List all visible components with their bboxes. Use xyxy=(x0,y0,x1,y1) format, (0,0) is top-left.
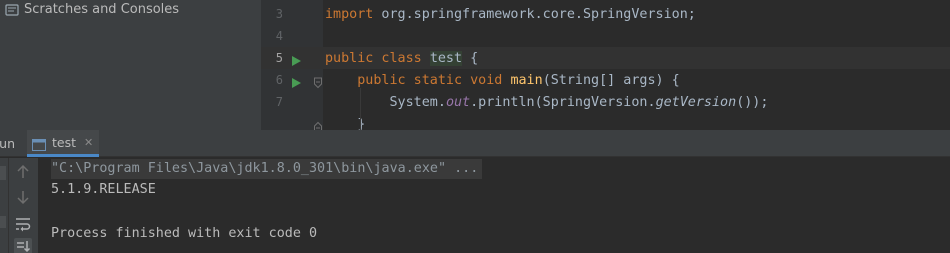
console-icon xyxy=(32,136,46,151)
line-number: 7 xyxy=(275,95,283,109)
arrow-down-icon[interactable] xyxy=(14,188,32,206)
toolbar-strip xyxy=(0,158,9,253)
tab-label: test xyxy=(52,134,77,150)
run-gutter-icon[interactable] xyxy=(290,74,302,88)
console-exit-message: Process finished with exit code 0 xyxy=(51,226,318,241)
scroll-to-end-icon[interactable] xyxy=(14,238,32,253)
code-line[interactable]: 4 xyxy=(261,25,950,47)
line-number: 3 xyxy=(275,7,283,21)
project-tree-item-scratches[interactable]: Scratches and Consoles xyxy=(0,0,179,19)
arrow-up-icon[interactable] xyxy=(14,163,32,181)
scratches-label: Scratches and Consoles xyxy=(24,2,180,17)
console-output-line: 5.1.9.RELEASE xyxy=(51,182,156,197)
code-text: System.out.println(SpringVersion.getVers… xyxy=(325,94,769,110)
run-toolbar xyxy=(0,158,38,253)
line-number: 4 xyxy=(275,29,283,43)
console-output[interactable]: "C:\Program Files\Java\jdk1.8.0_301\bin\… xyxy=(38,158,950,253)
code-line[interactable]: 6 public static void main(String[] args)… xyxy=(261,69,950,91)
indent-guide xyxy=(360,88,361,130)
fold-icon[interactable] xyxy=(313,118,323,130)
console-command-line[interactable]: "C:\Program Files\Java\jdk1.8.0_301\bin\… xyxy=(51,159,483,179)
line-number: 5 xyxy=(275,51,283,65)
scratches-icon xyxy=(4,2,20,18)
line-number: 6 xyxy=(275,73,283,87)
run-tool-window: Run: test ✕ xyxy=(0,130,950,253)
run-label: Run: xyxy=(0,135,15,151)
run-gutter-icon[interactable] xyxy=(290,52,302,66)
tab-test[interactable]: test ✕ xyxy=(27,130,99,157)
code-editor[interactable]: 3 import org.springframework.core.Spring… xyxy=(261,0,950,130)
run-header: Run: test ✕ xyxy=(0,130,950,157)
code-line[interactable]: 3 import org.springframework.core.Spring… xyxy=(261,3,950,25)
close-icon[interactable]: ✕ xyxy=(84,136,93,149)
code-line[interactable]: 7 System.out.println(SpringVersion.getVe… xyxy=(261,91,950,113)
soft-wrap-icon[interactable] xyxy=(14,215,32,233)
code-line-current[interactable]: 5 public class test { xyxy=(261,47,950,69)
code-text: public class test { xyxy=(325,50,479,66)
code-text: import org.springframework.core.SpringVe… xyxy=(325,6,696,22)
code-text: public static void main(String[] args) { xyxy=(357,72,680,88)
project-panel: Scratches and Consoles xyxy=(0,0,261,130)
code-line[interactable]: } xyxy=(261,113,950,130)
fold-icon[interactable] xyxy=(313,74,323,89)
